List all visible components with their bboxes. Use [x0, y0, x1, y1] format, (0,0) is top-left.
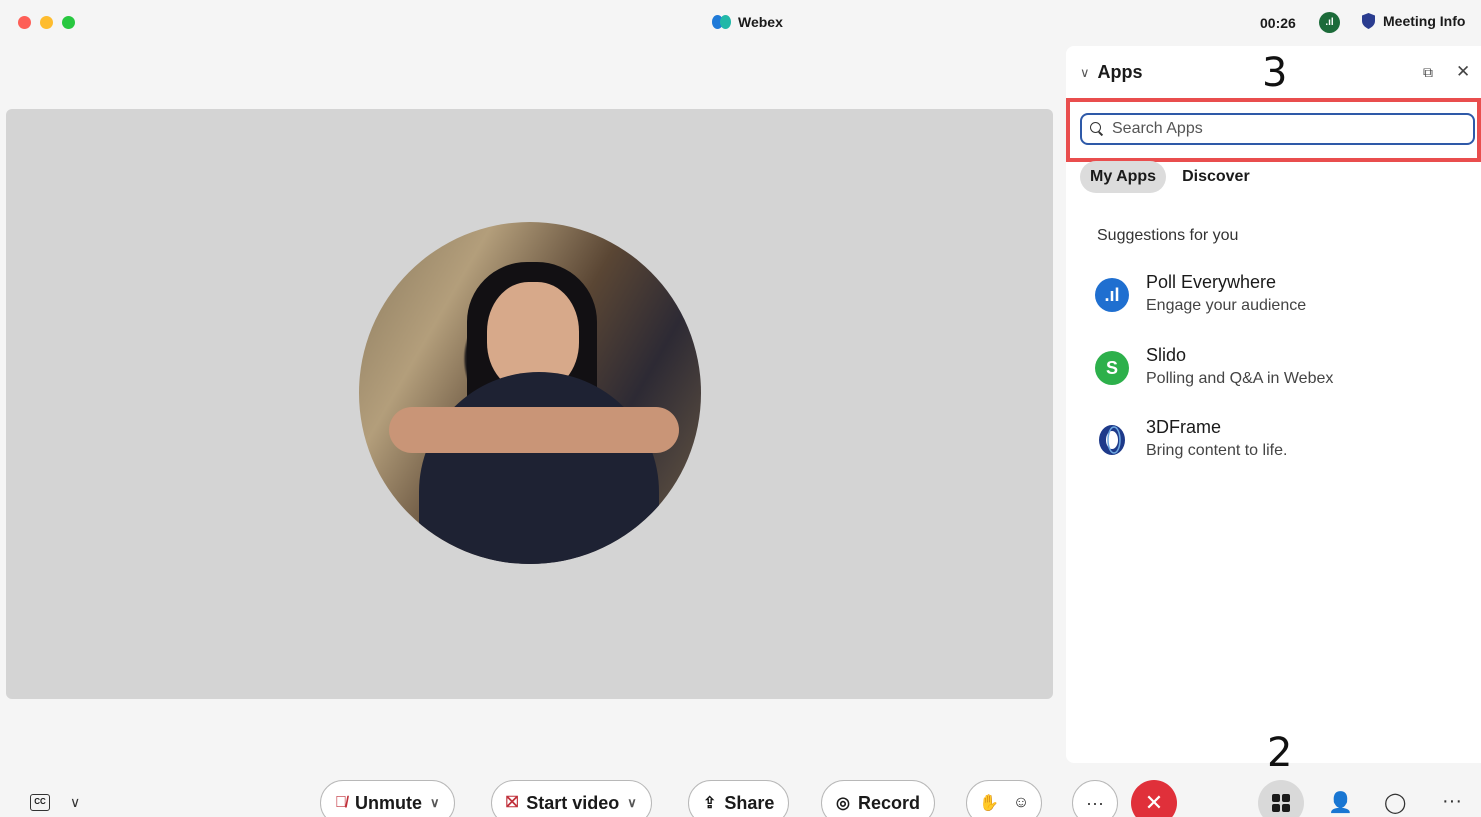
muted-mic-icon: 🎙̸	[335, 794, 347, 811]
record-button[interactable]: ◎ Record	[821, 780, 935, 817]
pop-out-icon[interactable]: ⧉	[1423, 64, 1439, 80]
chevron-down-icon[interactable]: ∨	[70, 794, 80, 811]
record-label: Record	[857, 792, 920, 813]
suggestions-heading: Suggestions for you	[1097, 227, 1239, 244]
shield-icon	[1362, 13, 1375, 29]
meeting-info-label: Meeting Info	[1383, 13, 1466, 29]
step-3-annotation: 3	[1262, 50, 1288, 96]
video-off-icon: ⛝	[506, 794, 519, 811]
apps-panel-title: Apps	[1097, 62, 1143, 82]
app-name: Slido	[1146, 345, 1187, 365]
more-menu-icon[interactable]: ···	[1442, 790, 1462, 813]
record-icon: ◎	[836, 795, 850, 812]
close-icon: ✕	[1144, 790, 1164, 815]
poll-everywhere-icon: .ıl	[1095, 278, 1129, 312]
meeting-info-button[interactable]: Meeting Info	[1362, 13, 1465, 29]
app-name: Poll Everywhere	[1146, 272, 1277, 292]
app-description: Bring content to life.	[1146, 442, 1288, 459]
step-2-annotation: 2	[1267, 730, 1293, 776]
meeting-timer: 00:26	[1260, 15, 1296, 31]
search-apps-input[interactable]	[1112, 120, 1452, 138]
apps-panel-header[interactable]: ∨ Apps	[1080, 62, 1143, 83]
3dframe-icon	[1095, 423, 1129, 457]
close-icon[interactable]: ✕	[1456, 62, 1470, 82]
tab-my-apps[interactable]: My Apps	[1080, 161, 1167, 193]
app-title-text: Webex	[738, 14, 783, 30]
signal-strength-icon[interactable]: .ıl	[1319, 12, 1340, 33]
maximize-window-button[interactable]	[62, 16, 75, 29]
app-description: Polling and Q&A in Webex	[1146, 370, 1334, 387]
app-item-3dframe[interactable]: 3DFrame Bring content to life.	[1081, 409, 1473, 469]
share-label: Share	[724, 792, 775, 813]
chevron-down-icon[interactable]: ∨	[1080, 65, 1090, 81]
app-title: Webex	[712, 14, 783, 30]
apps-grid-icon	[1272, 794, 1290, 812]
meeting-toolbar: CC ∨ 🎙̸ Unmute ∨ ⛝ Start video ∨ ⇪ Share…	[0, 776, 1481, 817]
ellipsis-icon: ···	[1086, 792, 1104, 813]
start-video-button[interactable]: ⛝ Start video ∨	[491, 780, 652, 817]
app-item-slido[interactable]: S Slido Polling and Q&A in Webex	[1081, 337, 1473, 397]
minimize-window-button[interactable]	[40, 16, 53, 29]
search-apps-field[interactable]	[1080, 113, 1475, 145]
slido-icon: S	[1095, 351, 1129, 385]
end-call-button[interactable]: ✕	[1131, 780, 1177, 817]
app-description: Engage your audience	[1146, 297, 1307, 314]
search-icon	[1090, 122, 1104, 136]
start-video-label: Start video	[526, 792, 620, 813]
title-bar: Webex 00:26 .ıl Meeting Info	[0, 0, 1481, 46]
more-options-button[interactable]: ···	[1072, 780, 1118, 817]
share-icon: ⇪	[703, 795, 717, 812]
participant-avatar	[359, 222, 701, 564]
app-item-poll-everywhere[interactable]: .ıl Poll Everywhere Engage your audience	[1081, 264, 1473, 324]
unmute-button[interactable]: 🎙̸ Unmute ∨	[320, 780, 455, 817]
closed-captions-icon[interactable]: CC	[30, 794, 50, 811]
chevron-down-icon[interactable]: ∨	[430, 795, 440, 811]
reactions-group[interactable]: ✋ ☺	[966, 780, 1043, 817]
tab-discover[interactable]: Discover	[1172, 161, 1260, 193]
participants-icon[interactable]: 👤	[1328, 790, 1353, 815]
share-button[interactable]: ⇪ Share	[688, 780, 790, 817]
apps-tabs: My Apps Discover	[1080, 161, 1260, 193]
app-name: 3DFrame	[1146, 417, 1222, 437]
chevron-down-icon[interactable]: ∨	[627, 795, 637, 811]
chat-icon[interactable]: ◯	[1384, 790, 1406, 815]
apps-button[interactable]	[1258, 780, 1304, 817]
close-window-button[interactable]	[18, 16, 31, 29]
raise-hand-icon[interactable]: ✋	[979, 793, 999, 813]
webex-logo-icon	[712, 15, 732, 29]
emoji-reaction-icon[interactable]: ☺	[1013, 794, 1029, 812]
unmute-label: Unmute	[355, 792, 422, 813]
